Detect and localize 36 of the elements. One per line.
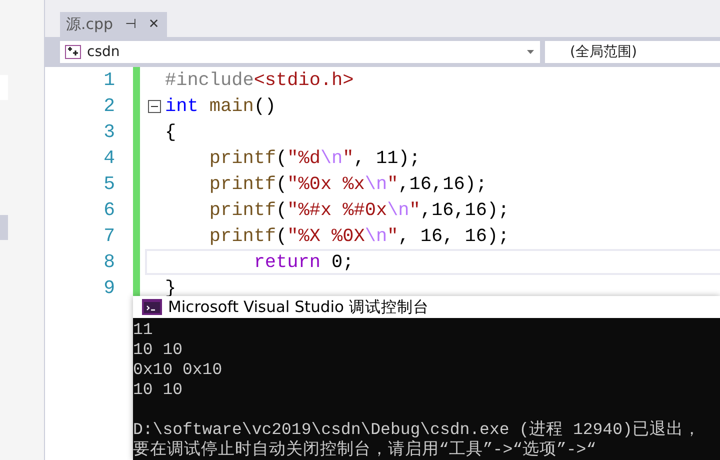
- file-tab[interactable]: 源.cpp ⊣ ✕: [60, 12, 168, 37]
- scope-dropdown[interactable]: (全局范围): [545, 41, 720, 63]
- code-line: #include<stdio.h>: [165, 70, 354, 90]
- project-dropdown[interactable]: csdn: [60, 41, 540, 63]
- close-icon[interactable]: ✕: [148, 17, 160, 32]
- tab-title: 源.cpp: [66, 15, 114, 34]
- line-number: 1: [102, 68, 116, 93]
- line-number: 9: [102, 276, 116, 301]
- console-line: 11: [133, 320, 154, 340]
- console-line: 要在调试停止时自动关闭控制台，请启用“工具”->“选项”->“: [133, 440, 598, 460]
- scope-name: (全局范围): [569, 43, 637, 61]
- code-line: printf("%X %0X\n", 16, 16);: [208, 226, 510, 246]
- line-number: 5: [102, 172, 116, 197]
- console-line: D:\software\vc2019\csdn\Debug\csdn.exe (进程 12940)已退出，: [133, 420, 702, 440]
- console-line: 10 10: [133, 380, 184, 400]
- code-line: printf("%0x %x\n",16,16);: [208, 174, 488, 194]
- line-number: 2: [102, 94, 116, 119]
- console-line: 10 10: [133, 340, 184, 360]
- line-number: 7: [102, 224, 116, 249]
- line-number: 8: [102, 250, 116, 275]
- code-line: int main(): [165, 96, 276, 116]
- console-line: 0x10 0x10: [133, 360, 224, 380]
- line-number: 4: [102, 146, 116, 171]
- line-number: 6: [102, 198, 116, 223]
- code-line: printf("%d\n", 11);: [208, 148, 420, 168]
- code-line: printf("%#x %#0x\n",16,16);: [208, 200, 510, 220]
- dropdown-arrow-icon: [527, 50, 534, 54]
- console-app-icon: [142, 299, 162, 315]
- collapse-icon[interactable]: [148, 100, 161, 112]
- pin-icon[interactable]: ⊣: [125, 17, 136, 32]
- project-icon: [65, 45, 81, 59]
- project-name: csdn: [87, 44, 121, 60]
- code-line: return 0;: [252, 252, 354, 272]
- code-line: {: [165, 122, 176, 142]
- line-number: 3: [102, 120, 116, 145]
- console-title: Microsoft Visual Studio 调试控制台: [168, 296, 429, 318]
